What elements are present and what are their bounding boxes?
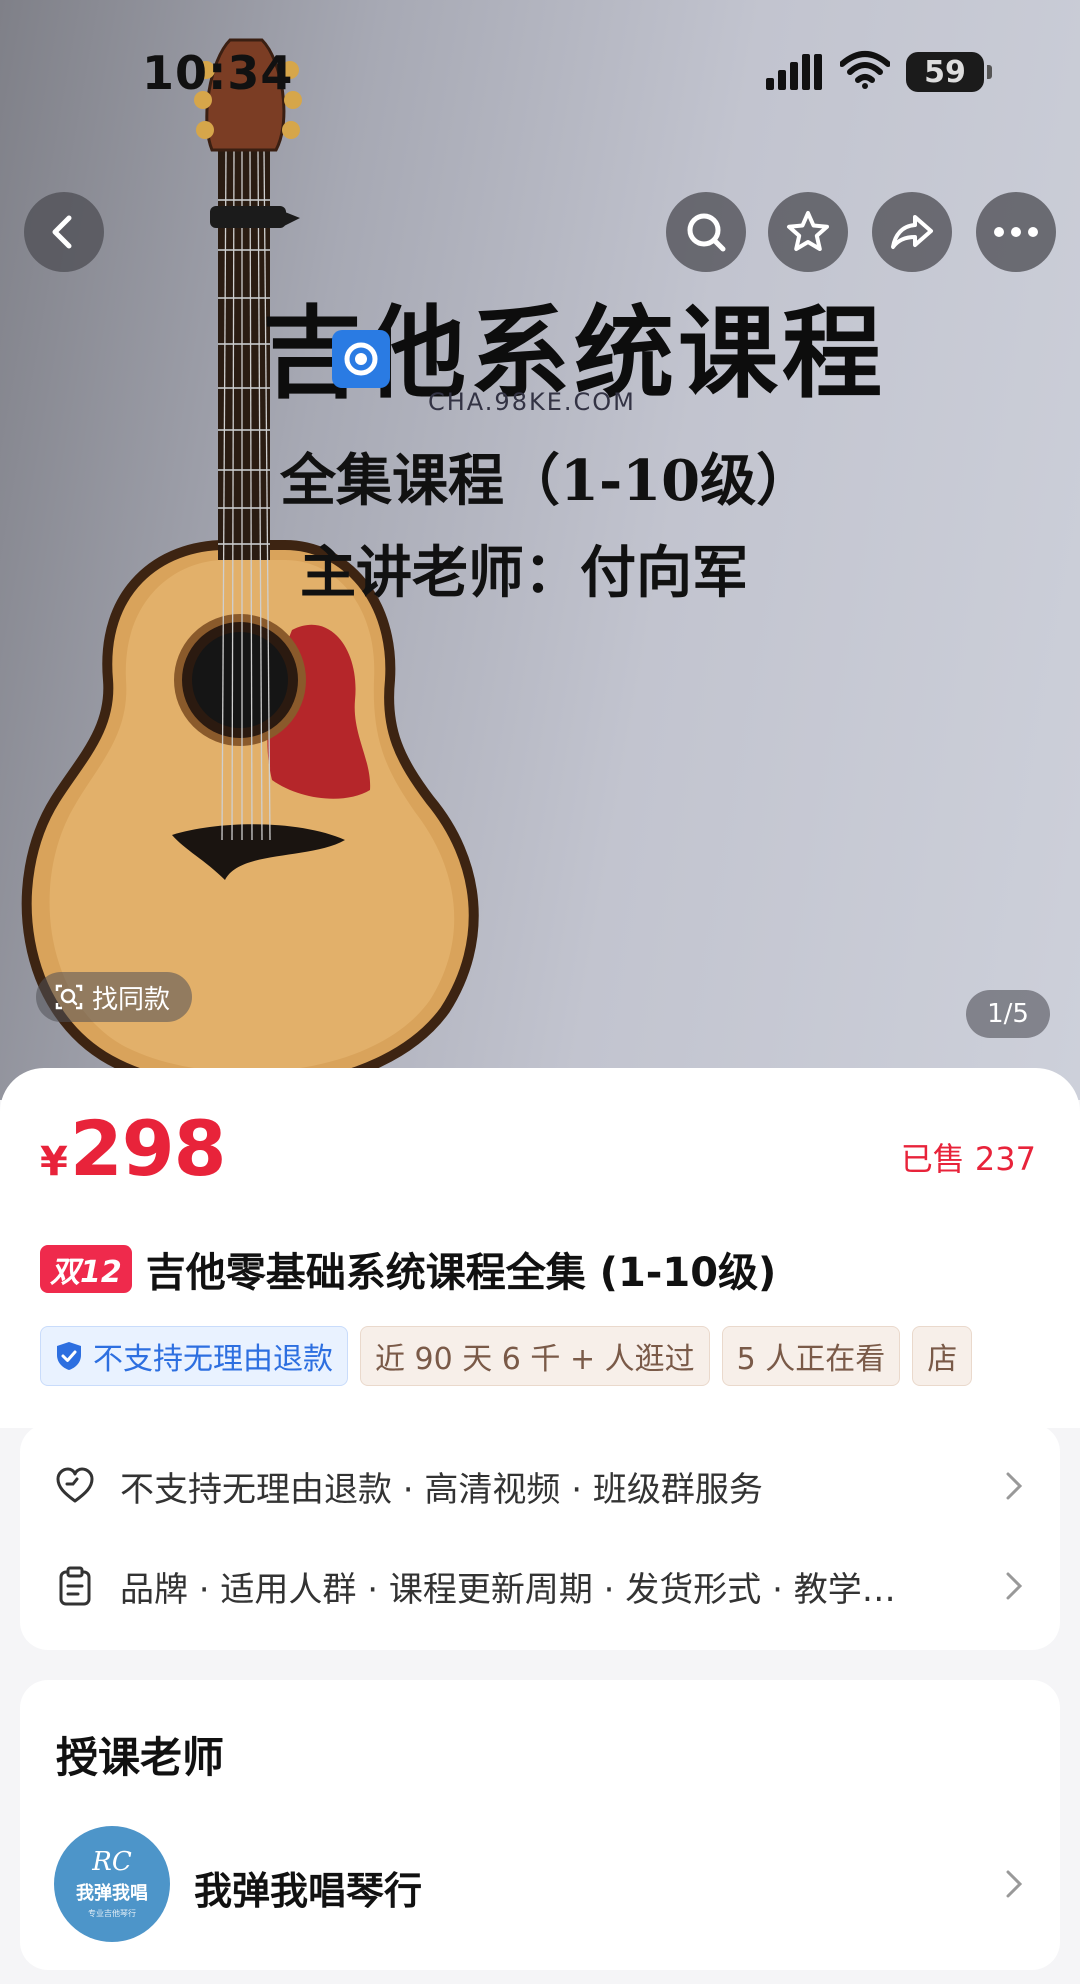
avatar-monogram: RC bbox=[92, 1847, 132, 1877]
avatar-brand: 我弹我唱 bbox=[76, 1883, 148, 1904]
teacher-heading: 授课老师 bbox=[56, 1733, 225, 1782]
battery-level: 59 bbox=[924, 54, 966, 90]
signal-icon bbox=[766, 54, 822, 90]
find-similar-button[interactable]: 找同款 bbox=[36, 972, 193, 1022]
service-guarantee-text: 不支持无理由退款 · 高清视频 · 班级群服务 bbox=[120, 1469, 763, 1510]
service-params-row[interactable]: 品牌 · 适用人群 · 课程更新周期 · 发货形式 · 教学… bbox=[20, 1546, 1060, 1626]
chevron-left-icon bbox=[52, 215, 72, 249]
tag-viewing[interactable]: 5 人正在看 bbox=[721, 1326, 901, 1386]
heart-guarantee-icon bbox=[56, 1467, 94, 1503]
tag-store[interactable]: 店 bbox=[912, 1326, 973, 1386]
teacher-name[interactable]: 我弹我唱琴行 bbox=[194, 1860, 422, 1915]
scan-search-icon bbox=[55, 984, 83, 1010]
tag-label: 店 bbox=[927, 1342, 958, 1377]
service-params-text: 品牌 · 适用人群 · 课程更新周期 · 发货形式 · 教学… bbox=[120, 1569, 896, 1610]
watermark-logo-icon bbox=[332, 330, 390, 388]
price: ¥ 298 bbox=[40, 1104, 226, 1193]
chevron-right-icon[interactable] bbox=[1004, 1868, 1024, 1900]
find-similar-label: 找同款 bbox=[92, 984, 171, 1015]
shield-check-icon bbox=[57, 1342, 81, 1370]
carousel-page-indicator: 1/5 bbox=[966, 990, 1050, 1038]
price-value: 298 bbox=[69, 1104, 227, 1193]
service-guarantee-row[interactable]: 不支持无理由退款 · 高清视频 · 班级群服务 bbox=[20, 1446, 1060, 1526]
product-info-card: ¥ 298 已售 237 双12 吉他零基础系统课程全集 (1-10级) 不支持… bbox=[0, 1068, 1080, 1428]
tag-label: 近 90 天 6 千 + 人逛过 bbox=[375, 1342, 695, 1377]
sold-count: 已售 237 bbox=[900, 1140, 1036, 1178]
back-button[interactable] bbox=[24, 192, 104, 272]
chevron-right-icon bbox=[1006, 1472, 1023, 1500]
chevron-right-icon bbox=[1006, 1572, 1023, 1600]
status-time: 10:34 bbox=[142, 46, 294, 100]
watermark-text: CHA.98KE.COM bbox=[428, 388, 636, 416]
tag-label: 不支持无理由退款 bbox=[93, 1342, 333, 1377]
hero-teacher-line: 主讲老师：付向军 bbox=[300, 540, 748, 606]
more-icon bbox=[994, 227, 1038, 237]
product-image-carousel[interactable]: 10:34 59 吉他系统课程 CHA.98KE.COM 全集课程（1-10级）… bbox=[0, 0, 1080, 1100]
promo-badge: 双12 bbox=[40, 1245, 132, 1293]
service-card: 不支持无理由退款 · 高清视频 · 班级群服务 品牌 · 适用人群 · 课程更新… bbox=[20, 1424, 1060, 1650]
clipboard-icon bbox=[59, 1566, 91, 1606]
share-button[interactable] bbox=[872, 192, 952, 272]
more-button[interactable] bbox=[976, 192, 1056, 272]
share-icon bbox=[891, 215, 933, 249]
tag-label: 5 人正在看 bbox=[736, 1342, 886, 1377]
hero-subtitle: 全集课程（1-10级） bbox=[280, 448, 813, 514]
product-detail-page: 10:34 59 吉他系统课程 CHA.98KE.COM 全集课程（1-10级）… bbox=[0, 0, 1080, 1984]
product-title-row: 双12 吉他零基础系统课程全集 (1-10级) bbox=[40, 1240, 776, 1298]
search-button[interactable] bbox=[666, 192, 746, 272]
star-icon bbox=[787, 211, 829, 251]
search-icon bbox=[687, 213, 726, 252]
avatar-tagline: 专业吉他琴行 bbox=[88, 1909, 136, 1918]
product-title: 吉他零基础系统课程全集 (1-10级) bbox=[145, 1250, 777, 1296]
teacher-card: 授课老师 RC 我弹我唱 专业吉他琴行 我弹我唱琴行 bbox=[20, 1680, 1060, 1970]
battery-indicator: 59 bbox=[906, 52, 992, 92]
favorite-button[interactable] bbox=[768, 192, 848, 272]
avatar[interactable]: RC 我弹我唱 专业吉他琴行 bbox=[54, 1826, 170, 1942]
tag-visits[interactable]: 近 90 天 6 千 + 人逛过 bbox=[360, 1326, 710, 1386]
wifi-icon bbox=[840, 51, 890, 89]
tag-no-refund[interactable]: 不支持无理由退款 bbox=[40, 1326, 348, 1386]
price-currency: ¥ bbox=[40, 1139, 68, 1185]
product-tags[interactable]: 不支持无理由退款 近 90 天 6 千 + 人逛过 5 人正在看 店 bbox=[40, 1326, 1040, 1388]
